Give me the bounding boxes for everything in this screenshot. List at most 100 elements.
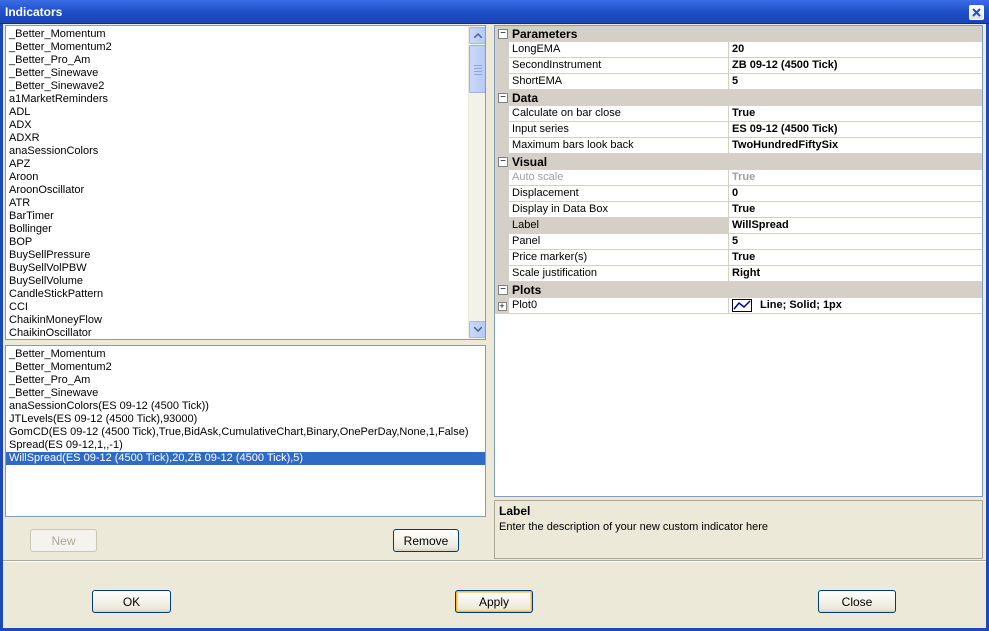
close-window-button[interactable] — [969, 5, 984, 20]
help-description: Enter the description of your new custom… — [499, 521, 769, 533]
available-indicator-item[interactable]: anaSessionColors — [6, 145, 485, 158]
help-title: Label — [499, 504, 531, 518]
category-plots[interactable]: − Plots — [495, 282, 982, 298]
property-value[interactable]: TwoHundredFiftySix — [729, 138, 982, 154]
property-grid[interactable]: − Parameters LongEMA 20 SecondInstrument ZB 0… — [494, 25, 983, 497]
property-row[interactable]: Display in Data Box True — [495, 202, 982, 218]
applied-indicators-list[interactable]: _Better_Momentum _Better_Momentum2 _Better… — [5, 345, 486, 517]
applied-indicator-item[interactable]: _Better_Sinewave — [6, 387, 485, 400]
available-indicator-item[interactable]: APZ — [6, 158, 485, 171]
available-indicator-item[interactable]: _Better_Pro_Am — [6, 54, 485, 67]
available-indicator-item[interactable]: _Better_Sinewave2 — [6, 80, 485, 93]
available-indicator-item[interactable]: _Better_Momentum2 — [6, 41, 485, 54]
available-indicator-item[interactable]: BOP — [6, 236, 485, 249]
category-visual[interactable]: − Visual — [495, 154, 982, 170]
applied-indicator-item[interactable]: WillSpread(ES 09-12 (4500 Tick),20,ZB 09… — [6, 452, 485, 465]
available-indicator-item[interactable]: ADX — [6, 119, 485, 132]
category-title: Data — [512, 91, 539, 105]
property-row[interactable]: Scale justification Right — [495, 266, 982, 282]
property-value[interactable]: ZB 09-12 (4500 Tick) — [729, 58, 982, 74]
collapse-icon[interactable]: − — [498, 29, 508, 39]
available-indicator-item[interactable]: Bollinger — [6, 223, 485, 236]
collapse-icon[interactable]: − — [498, 285, 508, 295]
row-gutter — [495, 58, 509, 74]
property-row[interactable]: Calculate on bar close True — [495, 106, 982, 122]
property-row[interactable]: Label WillSpread — [495, 218, 982, 234]
property-value[interactable]: True — [729, 106, 982, 122]
close-icon — [972, 8, 981, 17]
property-row[interactable]: Price marker(s) True — [495, 250, 982, 266]
available-indicator-item[interactable]: ATR — [6, 197, 485, 210]
property-row[interactable]: ShortEMA 5 — [495, 74, 982, 90]
available-indicator-item[interactable]: CandleStickPattern — [6, 288, 485, 301]
row-gutter — [495, 202, 509, 218]
available-list-scrollbar[interactable] — [468, 26, 485, 339]
applied-indicator-item[interactable]: Spread(ES 09-12,1,,-1) — [6, 439, 485, 452]
collapse-icon[interactable]: − — [498, 157, 508, 167]
available-indicator-item[interactable]: ChaikinMoneyFlow — [6, 314, 485, 327]
property-row[interactable]: Input series ES 09-12 (4500 Tick) — [495, 122, 982, 138]
available-indicator-item[interactable]: ADL — [6, 106, 485, 119]
applied-indicator-item[interactable]: _Better_Momentum — [6, 348, 485, 361]
scroll-down-button[interactable] — [469, 321, 485, 338]
new-button[interactable]: New — [30, 529, 97, 552]
available-indicator-item[interactable]: ChaikinOscillator — [6, 327, 485, 339]
property-row[interactable]: Auto scale True — [495, 170, 982, 186]
category-parameters[interactable]: − Parameters — [495, 26, 982, 42]
row-gutter — [495, 42, 509, 58]
property-row[interactable]: + Plot0 Line; Solid; 1px — [495, 298, 982, 314]
category-data[interactable]: − Data — [495, 90, 982, 106]
available-indicator-item[interactable]: ADXR — [6, 132, 485, 145]
scroll-thumb[interactable] — [469, 45, 485, 93]
available-indicator-item[interactable]: _Better_Momentum — [6, 28, 485, 41]
available-indicators-list[interactable]: _Better_Momentum _Better_Momentum2 _Better… — [5, 25, 486, 340]
ok-button[interactable]: OK — [92, 590, 171, 613]
property-value[interactable]: True — [729, 250, 982, 266]
divider — [3, 560, 986, 562]
applied-indicator-item[interactable]: anaSessionColors(ES 09-12 (4500 Tick)) — [6, 400, 485, 413]
property-value[interactable]: Line; Solid; 1px — [729, 298, 982, 314]
available-indicator-item[interactable]: a1MarketReminders — [6, 93, 485, 106]
property-value[interactable]: Right — [729, 266, 982, 282]
applied-indicator-item[interactable]: _Better_Momentum2 — [6, 361, 485, 374]
row-gutter — [495, 250, 509, 266]
property-name: Panel — [509, 234, 729, 250]
available-indicator-item[interactable]: _Better_Sinewave — [6, 67, 485, 80]
remove-button[interactable]: Remove — [393, 529, 459, 552]
property-value[interactable]: WillSpread — [729, 218, 982, 234]
available-indicator-item[interactable]: BuySellVolume — [6, 275, 485, 288]
expand-icon[interactable]: + — [497, 301, 507, 311]
collapse-icon[interactable]: − — [498, 93, 508, 103]
property-value[interactable]: True — [729, 202, 982, 218]
available-indicator-item[interactable]: BuySellPressure — [6, 249, 485, 262]
property-name: SecondInstrument — [509, 58, 729, 74]
property-name: ShortEMA — [509, 74, 729, 90]
available-indicator-item[interactable]: BuySellVolPBW — [6, 262, 485, 275]
row-gutter — [495, 266, 509, 282]
scroll-up-button[interactable] — [469, 27, 485, 44]
property-name: Label — [509, 218, 729, 234]
available-indicator-item[interactable]: Aroon — [6, 171, 485, 184]
apply-button[interactable]: Apply — [455, 590, 533, 613]
property-name: Price marker(s) — [509, 250, 729, 266]
available-indicator-item[interactable]: BarTimer — [6, 210, 485, 223]
applied-indicator-item[interactable]: _Better_Pro_Am — [6, 374, 485, 387]
property-value[interactable]: 5 — [729, 74, 982, 90]
property-row[interactable]: Displacement 0 — [495, 186, 982, 202]
property-help-panel: Label Enter the description of your new … — [494, 500, 983, 559]
property-value[interactable]: 0 — [729, 186, 982, 202]
property-value[interactable]: 20 — [729, 42, 982, 58]
applied-indicator-item[interactable]: GomCD(ES 09-12 (4500 Tick),True,BidAsk,C… — [6, 426, 485, 439]
property-row[interactable]: Panel 5 — [495, 234, 982, 250]
available-indicator-item[interactable]: CCI — [6, 301, 485, 314]
property-row[interactable]: LongEMA 20 — [495, 42, 982, 58]
property-value[interactable]: 5 — [729, 234, 982, 250]
property-value[interactable]: ES 09-12 (4500 Tick) — [729, 122, 982, 138]
close-button[interactable]: Close — [818, 590, 896, 613]
applied-indicator-item[interactable]: JTLevels(ES 09-12 (4500 Tick),93000) — [6, 413, 485, 426]
property-row[interactable]: SecondInstrument ZB 09-12 (4500 Tick) — [495, 58, 982, 74]
available-indicator-item[interactable]: AroonOscillator — [6, 184, 485, 197]
title-bar: Indicators — [0, 0, 989, 24]
property-value[interactable]: True — [729, 170, 982, 186]
property-row[interactable]: Maximum bars look back TwoHundredFiftySix — [495, 138, 982, 154]
